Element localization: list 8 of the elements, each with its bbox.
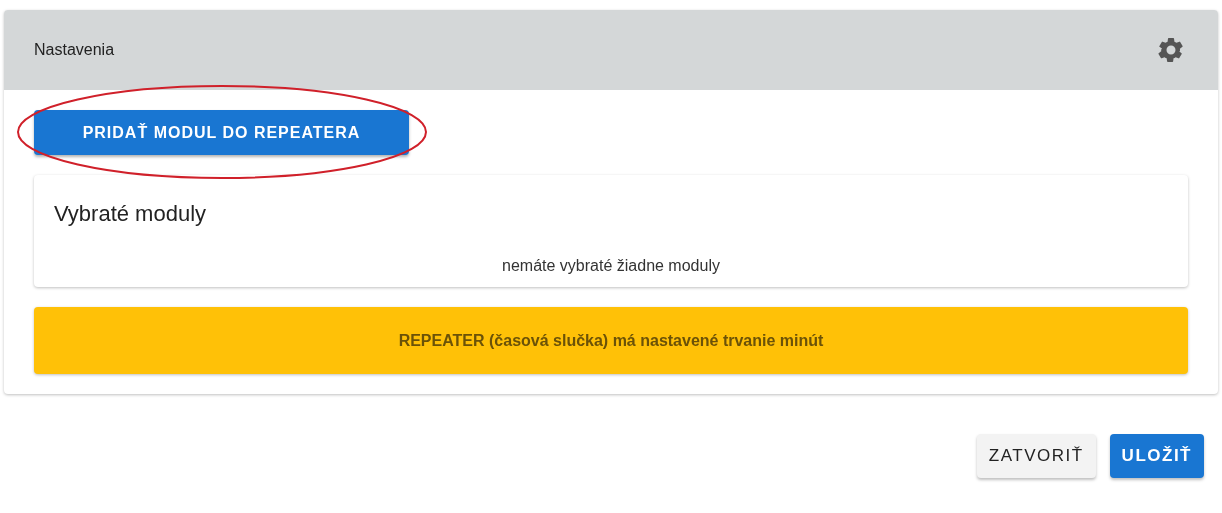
close-button[interactable]: ZATVORIŤ: [976, 434, 1096, 478]
modules-title: Vybraté moduly: [54, 201, 207, 227]
panel-title: Nastavenia: [34, 41, 115, 59]
warning-text: REPEATER (časová slučka) má nastavené trvanie minút: [398, 331, 824, 350]
save-button[interactable]: ULOŽIŤ: [1109, 434, 1204, 478]
empty-message: nemáte vybraté žiadne moduly: [502, 257, 720, 275]
add-module-button[interactable]: PRIDAŤ MODUL DO REPEATERA: [34, 110, 409, 155]
settings-icon[interactable]: [1156, 35, 1186, 65]
